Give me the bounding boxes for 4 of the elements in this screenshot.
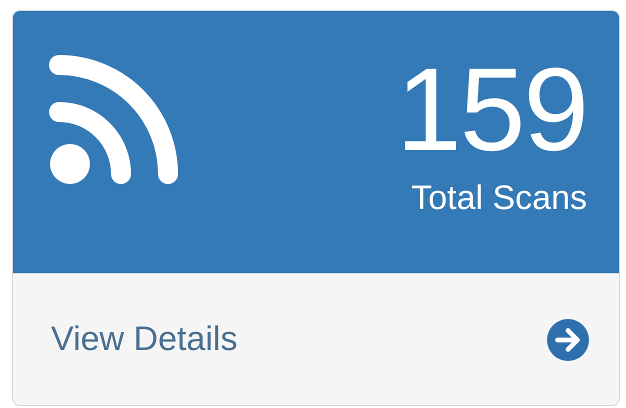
arrow-right-icon[interactable] bbox=[547, 318, 589, 360]
count-label: Total Scans bbox=[411, 179, 587, 218]
view-details-link[interactable]: View Details bbox=[51, 320, 238, 359]
scan-count: 159 bbox=[396, 51, 587, 169]
